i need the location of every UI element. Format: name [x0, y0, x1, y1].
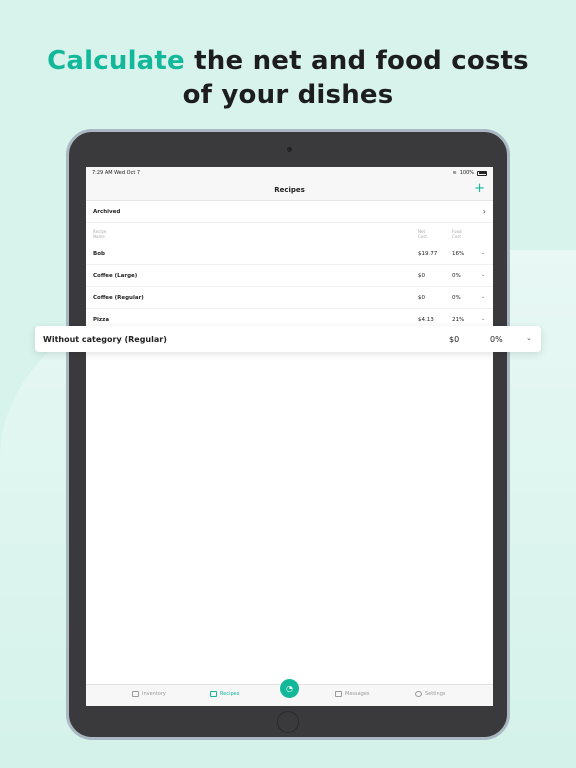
highlight-name: Without category (Regular)	[43, 335, 167, 344]
add-recipe-button[interactable]: +	[474, 182, 485, 195]
tab-inventory[interactable]: Inventory	[132, 691, 166, 697]
home-button[interactable]	[277, 711, 299, 733]
column-net-cost: Net Cost	[418, 229, 427, 239]
column-food-cost: Food Cost	[452, 229, 462, 239]
recipe-food-cost: 16%	[452, 251, 465, 257]
tablet-frame: 7:29 AM Wed Oct 7 ≋ 100% Recipes + Archi…	[66, 129, 510, 740]
recipe-net-cost: $19.77	[418, 251, 438, 257]
status-date: Wed Oct 7	[114, 170, 141, 176]
calculator-button[interactable]: ◔	[280, 679, 299, 698]
recipe-name: Pizza	[93, 317, 110, 323]
headline: Calculate the net and food costs of your…	[0, 44, 576, 112]
chevron-right-icon: ›	[482, 207, 486, 216]
headline-line2: of your dishes	[182, 80, 394, 110]
battery-percent: 100%	[459, 170, 474, 176]
tab-settings[interactable]: Settings	[415, 691, 446, 697]
tab-recipes-label: Recipes	[220, 691, 240, 697]
book-icon	[210, 691, 217, 697]
status-time: 7:29 AM	[92, 170, 113, 176]
nav-bar: Recipes +	[86, 179, 493, 201]
recipe-food-cost: 0%	[452, 295, 461, 301]
table-header: Recipe Name Net Cost Food Cost	[86, 223, 493, 243]
highlight-food-cost: 0%	[490, 335, 503, 344]
headline-rest: the net and food costs	[184, 46, 529, 76]
tab-bar: Inventory Recipes ◔ Messages Settings	[86, 679, 493, 706]
recipe-food-cost: 0%	[452, 273, 461, 279]
page-title: Recipes	[274, 185, 305, 194]
gear-icon	[415, 691, 422, 697]
chevron-down-icon[interactable]: ⌄	[526, 334, 532, 342]
archived-label: Archived	[93, 208, 121, 215]
recipe-net-cost: $0	[418, 273, 425, 279]
recipe-name: Coffee (Regular)	[93, 295, 144, 301]
recipe-name: Bob	[93, 251, 105, 257]
tab-inventory-label: Inventory	[142, 691, 166, 697]
tab-messages-label: Messages	[345, 691, 370, 697]
chevron-down-icon[interactable]: ⌄	[481, 250, 485, 256]
tab-messages[interactable]: Messages	[335, 691, 370, 697]
app-screen: 7:29 AM Wed Oct 7 ≋ 100% Recipes + Archi…	[86, 167, 493, 706]
headline-accent: Calculate	[47, 46, 185, 76]
wifi-icon: ≋	[452, 170, 457, 176]
status-bar: 7:29 AM Wed Oct 7 ≋ 100%	[86, 167, 493, 179]
table-row[interactable]: Bob $19.77 16% ⌄	[86, 243, 493, 265]
pie-chart-icon: ◔	[286, 684, 293, 693]
message-icon	[335, 691, 342, 697]
column-recipe-name: Recipe Name	[93, 229, 107, 239]
recipe-name: Coffee (Large)	[93, 273, 138, 279]
battery-icon	[477, 170, 487, 176]
tab-recipes[interactable]: Recipes	[210, 691, 239, 697]
highlighted-row[interactable]: Without category (Regular) $0 0% ⌄	[35, 326, 541, 352]
highlight-net-cost: $0	[449, 335, 460, 344]
chevron-down-icon[interactable]: ⌄	[481, 294, 485, 300]
recipe-food-cost: 21%	[452, 317, 465, 323]
recipe-net-cost: $0	[418, 295, 425, 301]
archived-row[interactable]: Archived ›	[86, 201, 493, 223]
table-row[interactable]: Coffee (Large) $0 0% ⌄	[86, 265, 493, 287]
tab-settings-label: Settings	[425, 691, 446, 697]
chevron-down-icon[interactable]: ⌄	[481, 272, 485, 278]
archive-icon	[132, 691, 139, 697]
table-row[interactable]: Coffee (Regular) $0 0% ⌄	[86, 287, 493, 309]
camera-icon	[287, 147, 292, 152]
chevron-down-icon[interactable]: ⌄	[481, 316, 485, 322]
recipe-net-cost: $4.13	[418, 317, 434, 323]
